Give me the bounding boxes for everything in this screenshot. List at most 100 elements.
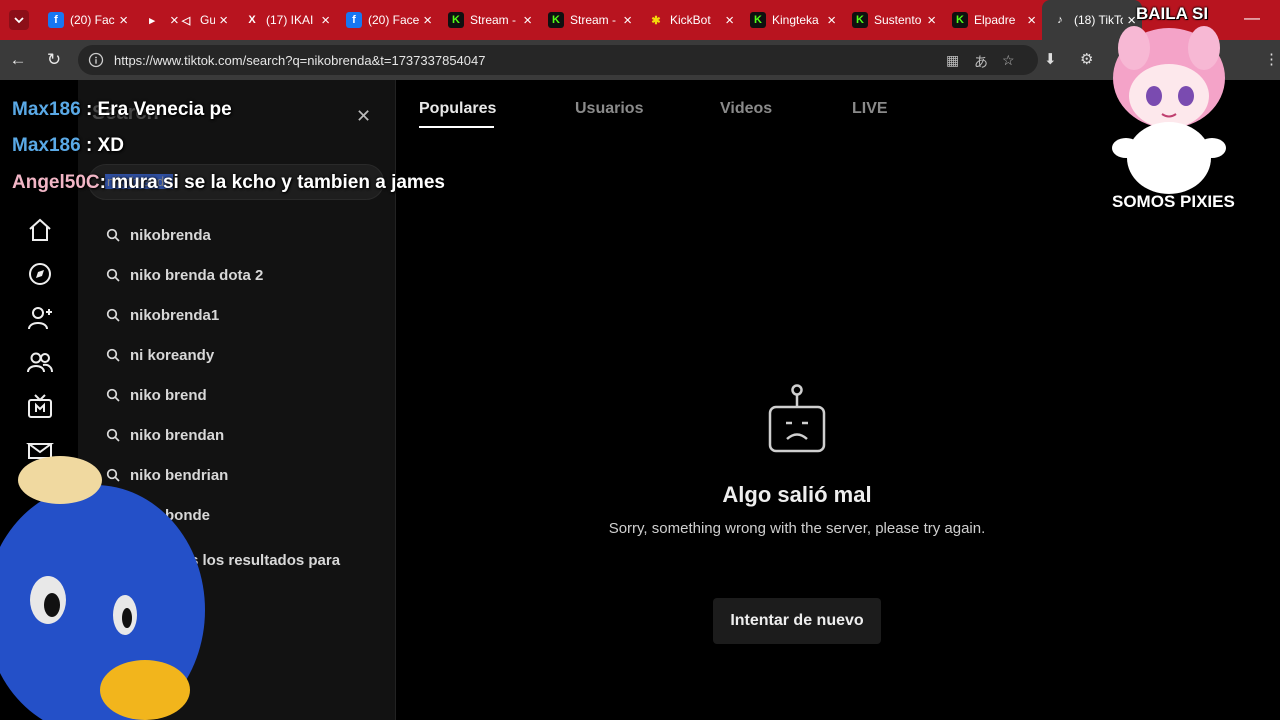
kick-icon: K [750, 12, 766, 28]
search-suggestion[interactable]: nikobrenda [78, 215, 396, 255]
tab-title: Gur [200, 13, 216, 27]
search-suggestion[interactable]: niko brend [78, 375, 396, 415]
tab-title: Stream - [470, 13, 517, 27]
following-icon[interactable] [26, 304, 54, 332]
tab-title: (20) Faceb [368, 13, 420, 27]
search-suggestion[interactable]: nikobrenda1 [78, 295, 396, 335]
close-tab-icon[interactable]: × [119, 12, 128, 29]
browser-tab[interactable]: f(20) Faceb× [336, 0, 438, 40]
search-icon [106, 308, 120, 322]
kick-icon: K [548, 12, 564, 28]
extensions-icon[interactable]: ⚙ [1080, 50, 1093, 68]
chevron-down-icon [9, 10, 29, 30]
active-tab-indicator [419, 126, 494, 128]
close-tab-icon[interactable]: × [623, 12, 632, 29]
error-title: Algo salió mal [722, 482, 872, 507]
explore-compass-icon[interactable] [26, 260, 54, 288]
suggestion-text: niko brend [130, 386, 207, 404]
tab-live[interactable]: LIVE [852, 100, 888, 118]
close-search-button[interactable]: ✕ [356, 106, 371, 127]
browser-tab[interactable]: ✱ KickBot × [638, 0, 740, 40]
browser-tab[interactable]: K Stream - × [538, 0, 638, 40]
secure-lock-icon [88, 52, 104, 68]
translate-icon[interactable]: あ [974, 52, 988, 72]
close-tab-icon[interactable]: × [523, 12, 532, 29]
x-icon: X [248, 14, 256, 26]
close-tab-icon[interactable]: × [827, 12, 836, 29]
tab-actions-menu[interactable] [0, 0, 38, 40]
search-icon [106, 228, 120, 242]
anime-girl-sticker [1112, 26, 1226, 194]
home-icon[interactable] [26, 216, 54, 244]
tab-populares[interactable]: Populares [419, 100, 496, 118]
error-message: Sorry, something wrong with the server, … [608, 520, 986, 537]
sad-robot-icon [768, 384, 826, 453]
minimize-button[interactable]: — [1244, 10, 1260, 28]
search-suggestion[interactable]: ni koreandy [78, 335, 396, 375]
search-icon [106, 388, 120, 402]
tab-title: Kingteka [772, 13, 819, 27]
suggestion-text: nikobrenda [130, 226, 211, 244]
close-tab-icon[interactable]: × [927, 12, 936, 29]
sticker-caption-bottom: SOMOS PIXIES [1112, 192, 1235, 211]
retry-button[interactable]: Intentar de nuevo [713, 598, 881, 644]
tab-title: (17) IKAI [266, 13, 314, 27]
tab-title: KickBot [670, 13, 711, 27]
chat-message: Angel50C: mura si se la kcho y tambien a… [12, 172, 445, 194]
close-tab-icon[interactable]: × [219, 12, 228, 29]
suggestion-text: niko brenda dota 2 [130, 266, 264, 284]
more-menu-icon[interactable]: ⋮ [1264, 50, 1279, 68]
tab-usuarios[interactable]: Usuarios [575, 100, 643, 118]
chat-text: : XD [85, 135, 124, 156]
browser-tab-strip: f(20) Faceb×▸×◁Gur×X(17) IKAI×f(20) Face… [0, 0, 1280, 40]
favorite-star-icon[interactable]: ☆ [1002, 52, 1015, 69]
tab-title: Sustento [874, 13, 922, 27]
browser-tab[interactable]: K Elpadre × [942, 0, 1042, 40]
sticker-caption-top: BAILA SI [1136, 4, 1209, 23]
kick-icon: K [852, 12, 868, 28]
browser-tab[interactable]: ◁ Gur× [168, 0, 234, 40]
tab-videos[interactable]: Videos [720, 100, 772, 118]
chat-text: : mura si se la kcho y tambien a james [99, 172, 445, 193]
back-button[interactable]: ← [0, 40, 36, 80]
mute-icon: ◁ [181, 14, 191, 27]
browser-tab[interactable]: K Kingteka × [740, 0, 842, 40]
download-icon[interactable]: ⬇ [1044, 50, 1057, 68]
search-icon [106, 348, 120, 362]
reload-button[interactable]: ↻ [36, 40, 72, 80]
reload-icon: ↻ [46, 50, 62, 69]
facebook-icon: f [48, 12, 64, 28]
tiktok-icon: ♪ [1057, 14, 1063, 26]
back-arrow-icon: ← [9, 50, 27, 69]
app-available-icon[interactable]: ▦ [946, 52, 959, 69]
search-suggestion[interactable]: niko brenda dota 2 [78, 255, 396, 295]
tab-title: (20) Faceb [70, 13, 115, 27]
close-icon: ✕ [356, 106, 372, 126]
tab-title: Stream - [570, 13, 617, 27]
browser-tab[interactable]: K Stream - × [438, 0, 538, 40]
browser-tab[interactable]: f (20) Faceb × [38, 0, 134, 40]
chat-message: Max186 : Era Venecia pe [12, 99, 232, 121]
chat-username: Max186 [12, 99, 81, 120]
url-text: https://www.tiktok.com/search?q=nikobren… [114, 52, 486, 68]
browser-tab[interactable]: X (17) IKAI × [234, 0, 336, 40]
chat-username: Max186 [12, 135, 81, 156]
tab-title: Elpadre [974, 13, 1016, 27]
close-tab-icon[interactable]: × [423, 12, 432, 29]
close-tab-icon[interactable]: × [725, 12, 734, 29]
browser-toolbar: ← ↻ https://www.tiktok.com/search?q=niko… [0, 40, 1280, 80]
live-tv-icon[interactable] [26, 392, 54, 420]
close-tab-icon[interactable]: × [1027, 12, 1036, 29]
chat-text: : Era Venecia pe [85, 99, 232, 120]
browser-tab[interactable]: ▸ × [134, 0, 179, 40]
search-icon [106, 268, 120, 282]
suggestion-text: nikobrenda1 [130, 306, 220, 324]
screen: f(20) Faceb×▸×◁Gur×X(17) IKAI×f(20) Face… [0, 0, 1280, 720]
kickbot-icon: ✱ [651, 14, 661, 27]
kick-icon: K [952, 12, 968, 28]
address-bar[interactable]: https://www.tiktok.com/search?q=nikobren… [78, 45, 1038, 75]
browser-tab[interactable]: K Sustento × [842, 0, 942, 40]
chat-username: Angel50C [12, 172, 100, 193]
friends-icon[interactable] [26, 348, 54, 376]
close-tab-icon[interactable]: × [321, 12, 330, 29]
